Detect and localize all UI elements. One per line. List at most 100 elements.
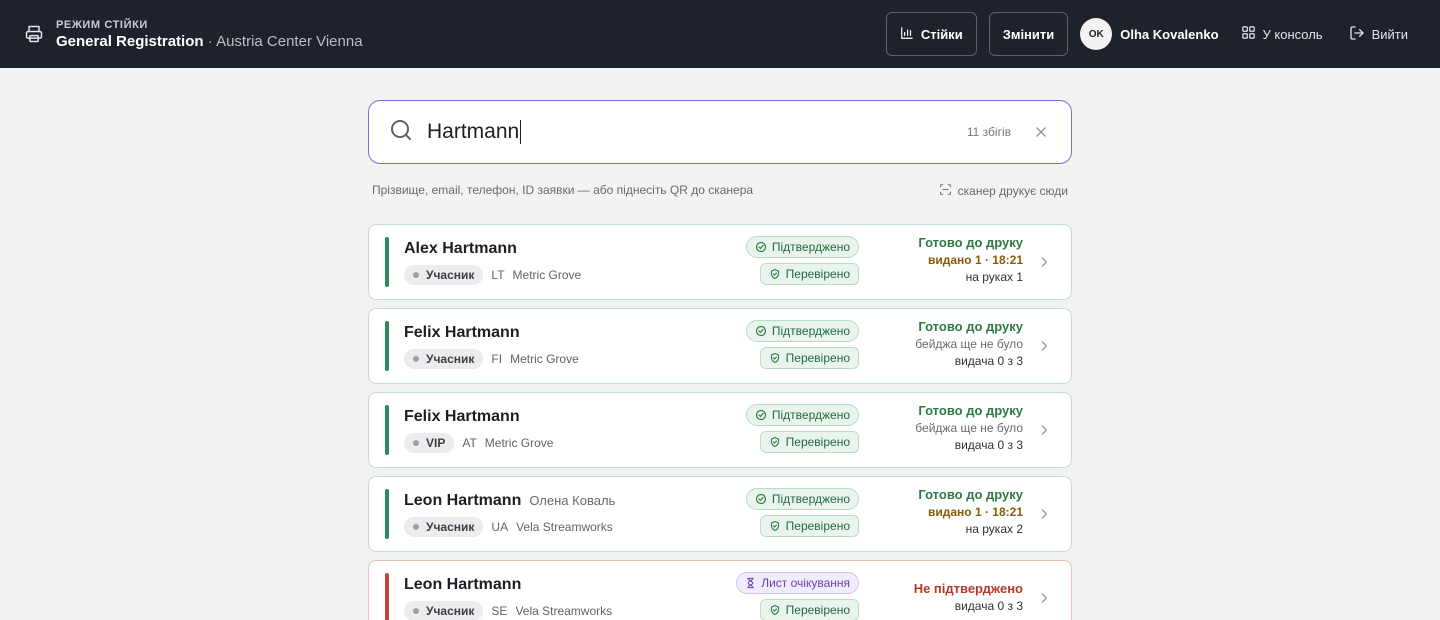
hourglass-icon (747, 577, 754, 589)
confirmed-badge-label: Підтверджено (771, 492, 850, 506)
console-link[interactable]: У консоль (1241, 25, 1323, 43)
search-box: Hartmann 11 збігів (368, 100, 1072, 164)
role-badge: Учасник (404, 349, 484, 369)
badge-count: на руках 2 (965, 522, 1023, 536)
verified-badge: Перевірено (759, 515, 859, 537)
attendee-meta: Учасник SE Vela Streamworks (404, 601, 612, 620)
search-hint-row: Прізвище, email, телефон, ID заявки — аб… (372, 183, 1068, 199)
logout-link[interactable]: Вийти (1349, 25, 1408, 44)
result-card[interactable]: Alex Hartmann Учасник LT Metric Grove Пі… (368, 224, 1072, 300)
search-icon (389, 118, 413, 147)
country-code: SE (491, 604, 508, 618)
grid-icon (1241, 25, 1256, 43)
text-cursor (520, 120, 522, 145)
confirmed-badge-label: Підтверджено (771, 240, 850, 254)
close-icon (1036, 127, 1046, 137)
print-status: Готово до друку (918, 319, 1023, 334)
role-dot (413, 272, 419, 278)
company-name: Metric Grove (512, 268, 582, 282)
company-name: Metric Grove (484, 436, 554, 450)
attendee-meta: Учасник LT Metric Grove (404, 265, 581, 285)
check-circle-icon (755, 409, 766, 421)
badge-count: видача 0 з 3 (954, 354, 1023, 368)
attendee-meta: Учасник FI Metric Grove (404, 349, 579, 369)
print-status: Готово до друку (918, 403, 1023, 418)
shield-check-icon (770, 520, 779, 532)
venue-name: Austria Center Vienna (216, 32, 363, 50)
clear-search-button[interactable] (1031, 122, 1051, 142)
result-card[interactable]: Felix Hartmann Учасник FI Metric Grove П… (368, 308, 1072, 384)
confirmed-badge: Підтверджено (745, 236, 859, 258)
chevron-right-icon (1037, 423, 1051, 442)
result-card[interactable]: Leon Hartmann Учасник SE Vela Streamwork… (368, 560, 1072, 620)
title-separator: · (207, 32, 213, 50)
badge-count: видача 0 з 3 (954, 438, 1023, 452)
verified-badge: Перевірено (759, 431, 859, 453)
search-input[interactable]: Hartmann (427, 120, 967, 145)
shield-check-icon (770, 604, 779, 616)
result-card[interactable]: Leon Hartmann Олена Коваль Учасник UA Ve… (368, 476, 1072, 552)
status-accent-bar (385, 321, 389, 371)
role-badge: VIP (404, 433, 455, 453)
change-button[interactable]: Змінити (988, 12, 1069, 56)
attendee-name: Leon Hartmann (404, 576, 522, 593)
shield-check-icon (770, 436, 779, 448)
attendee-alt-name: Олена Коваль (529, 493, 616, 508)
event-title: General Registration (56, 32, 204, 50)
scan-icon (939, 183, 952, 199)
role-dot (413, 356, 419, 362)
shield-check-icon (770, 352, 779, 364)
match-count: 11 збігів (966, 125, 1011, 139)
attendee-meta: VIP AT Metric Grove (404, 433, 553, 453)
role-dot (413, 524, 419, 530)
country-code: AT (462, 436, 477, 450)
user-name: Olha Kovalenko (1120, 26, 1219, 42)
country-code: LT (491, 268, 505, 282)
confirmed-badge-label: Підтверджено (771, 324, 850, 338)
company-name: Vela Streamworks (515, 604, 613, 618)
printer-icon (24, 24, 44, 44)
status-accent-bar (385, 489, 389, 539)
verified-badge: Перевірено (759, 263, 859, 285)
badge-count: на руках 1 (965, 270, 1023, 284)
verified-badge-label: Перевірено (785, 351, 850, 365)
country-code: UA (491, 520, 509, 534)
country-code: FI (491, 352, 503, 366)
role-label: VIP (426, 436, 446, 450)
issued-info: видано 1 · 18:21 (928, 253, 1023, 267)
company-name: Vela Streamworks (516, 520, 613, 534)
chevron-right-icon (1037, 339, 1051, 358)
avatar[interactable]: OK (1080, 18, 1113, 50)
attendee-name: Leon Hartmann (404, 492, 522, 509)
issued-info: бейджа ще не було (915, 337, 1023, 351)
confirmed-badge-label: Підтверджено (771, 408, 850, 422)
waitlist-badge-label: Лист очікування (761, 576, 850, 590)
status-accent-bar (385, 237, 389, 287)
mode-label: РЕЖИМ СТІЙКИ (56, 18, 148, 31)
check-circle-icon (755, 493, 766, 505)
role-badge: Учасник (404, 265, 484, 285)
verified-badge-label: Перевірено (785, 603, 850, 617)
scanner-hint-label: сканер друкує сюди (957, 184, 1068, 198)
confirmed-badge: Підтверджено (745, 404, 859, 426)
stats-button[interactable]: Стійки (885, 12, 977, 56)
scanner-hint: сканер друкує сюди (939, 183, 1068, 199)
brand: РЕЖИМ СТІЙКИ General Registration · Aust… (24, 19, 363, 50)
print-status: Не підтверджено (913, 581, 1023, 596)
stats-button-label: Стійки (920, 26, 963, 42)
company-name: Metric Grove (510, 352, 579, 366)
search-hint: Прізвище, email, телефон, ID заявки — аб… (372, 183, 754, 197)
role-label: Учасник (426, 352, 475, 366)
confirmed-badge: Підтверджено (745, 488, 859, 510)
result-card[interactable]: Felix Hartmann VIP AT Metric Grove Підтв… (368, 392, 1072, 468)
issued-info: бейджа ще не було (915, 421, 1023, 435)
print-status: Готово до друку (918, 487, 1023, 502)
status-accent-bar (385, 573, 389, 620)
attendee-name: Felix Hartmann (404, 408, 520, 425)
role-label: Учасник (426, 268, 475, 282)
issued-info: видано 1 · 18:21 (928, 505, 1023, 519)
check-circle-icon (755, 241, 766, 253)
change-button-label: Змінити (1002, 26, 1055, 42)
confirmed-badge: Підтверджено (745, 320, 859, 342)
role-dot (413, 440, 419, 446)
